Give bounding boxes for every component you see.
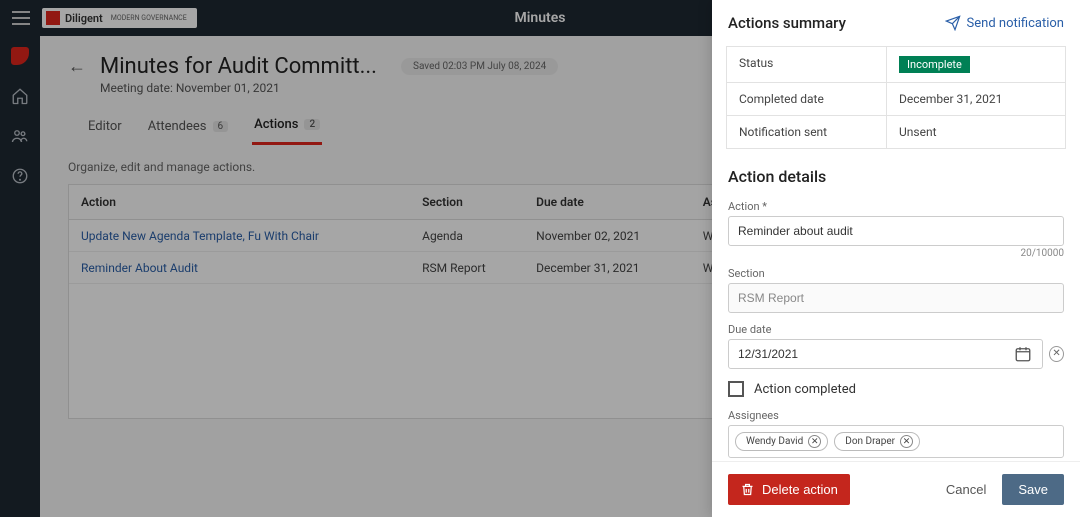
action-input[interactable]	[728, 216, 1064, 246]
section-input	[728, 283, 1064, 313]
assignees-input[interactable]: Wendy David✕ Don Draper✕	[728, 425, 1064, 458]
action-label: Action *	[728, 200, 1064, 213]
delete-button[interactable]: Delete action	[728, 474, 850, 505]
assignee-chip: Wendy David✕	[735, 432, 828, 451]
checkbox-icon	[728, 381, 744, 397]
due-label: Due date	[728, 323, 1064, 336]
status-badge: Incomplete	[899, 56, 970, 73]
save-button[interactable]: Save	[1002, 474, 1064, 505]
details-title: Action details	[728, 167, 1064, 186]
cancel-button[interactable]: Cancel	[946, 482, 986, 497]
panel-title: Actions summary	[728, 14, 846, 32]
send-notification-link[interactable]: Send notification	[945, 15, 1064, 31]
assignees-label: Assignees	[728, 409, 1064, 422]
assignee-chip: Don Draper✕	[834, 432, 920, 451]
send-icon	[945, 15, 961, 31]
due-date-input[interactable]	[728, 339, 1043, 369]
completed-checkbox-row[interactable]: Action completed	[728, 381, 1064, 397]
panel-footer: Delete action Cancel Save	[712, 461, 1080, 517]
trash-icon	[740, 482, 755, 497]
clear-date-button[interactable]: ✕	[1049, 346, 1064, 362]
remove-chip-icon[interactable]: ✕	[808, 435, 821, 448]
action-counter: 20/10000	[728, 248, 1064, 259]
panel-header: Actions summary Send notification	[712, 0, 1080, 42]
remove-chip-icon[interactable]: ✕	[900, 435, 913, 448]
summary-table: StatusIncomplete Completed dateDecember …	[726, 46, 1066, 149]
details-form: Action * 20/10000 Section Due date ✕ Act…	[712, 192, 1080, 461]
action-panel: Actions summary Send notification Status…	[712, 0, 1080, 517]
section-label: Section	[728, 267, 1064, 280]
